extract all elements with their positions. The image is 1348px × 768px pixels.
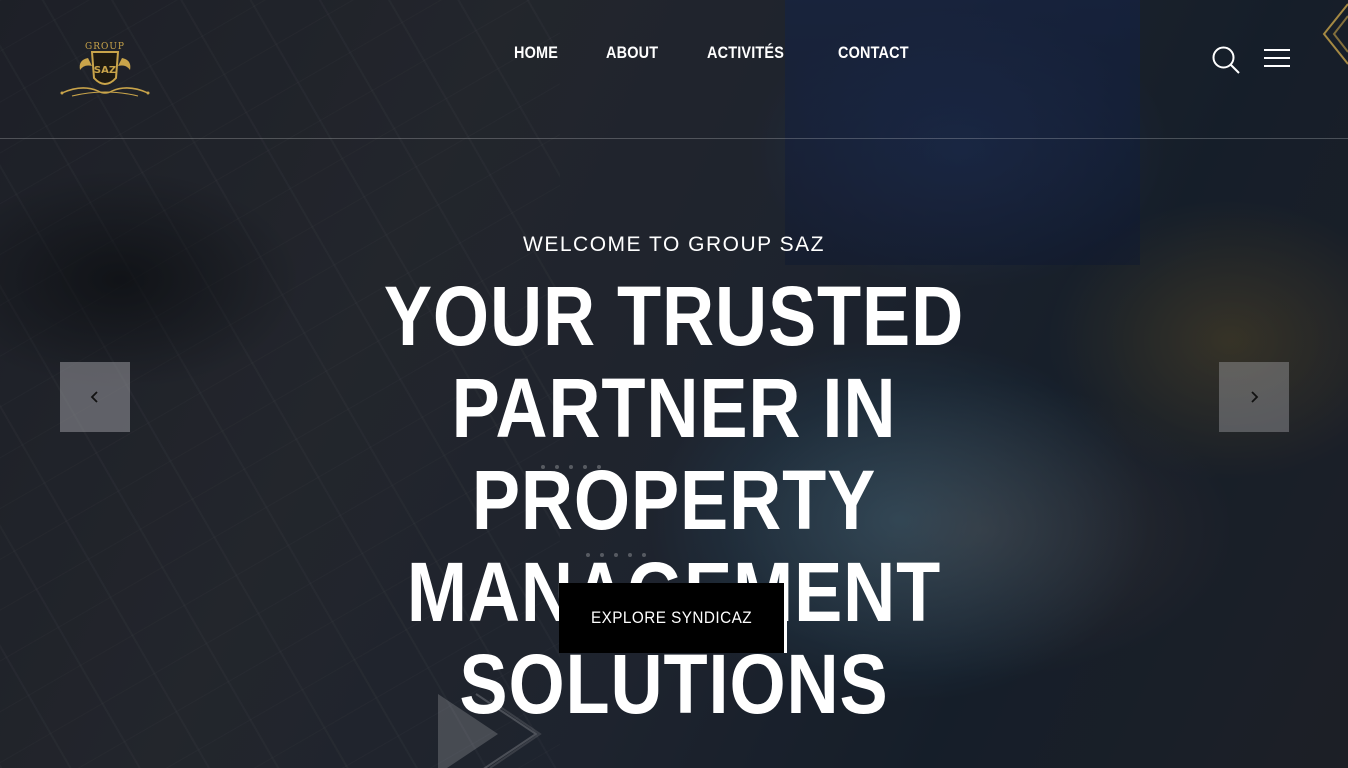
- slider-prev-button[interactable]: [60, 362, 130, 432]
- explore-syndicaz-button[interactable]: EXPLORE SYNDICAZ: [559, 583, 787, 653]
- site-logo[interactable]: GROUP SAZ: [58, 38, 152, 100]
- chevron-right-icon: [1251, 391, 1259, 403]
- nav-about[interactable]: ABOUT: [606, 43, 658, 63]
- logo-top-text: GROUP: [85, 42, 125, 52]
- nav-activites[interactable]: ACTIVITÉS: [707, 43, 784, 63]
- search-icon[interactable]: [1211, 45, 1241, 75]
- play-arrows-icon: [436, 690, 546, 768]
- site-header: GROUP SAZ HOME ABOUT ACTIVITÉS CONTACT: [0, 0, 1348, 139]
- nav-contact[interactable]: CONTACT: [838, 43, 909, 63]
- cta-label: EXPLORE SYNDICAZ: [590, 608, 753, 627]
- chevron-left-icon: [90, 391, 98, 403]
- corner-diamond-icon: [1300, 0, 1348, 70]
- logo-text: SAZ: [94, 65, 116, 76]
- hero-eyebrow: WELCOME TO GROUP SAZ: [523, 233, 825, 256]
- main-nav: HOME ABOUT ACTIVITÉS CONTACT: [514, 43, 961, 63]
- hero-slider: GROUP SAZ HOME ABOUT ACTIVITÉS CONTACT W…: [0, 0, 1348, 768]
- nav-home[interactable]: HOME: [514, 43, 558, 63]
- hamburger-menu-icon[interactable]: [1263, 48, 1291, 70]
- slider-next-button[interactable]: [1219, 362, 1289, 432]
- hero-headline: YOUR TRUSTED PARTNER IN PROPERTY MANAGEM…: [383, 269, 965, 731]
- logo-crest-icon: GROUP SAZ: [60, 42, 150, 97]
